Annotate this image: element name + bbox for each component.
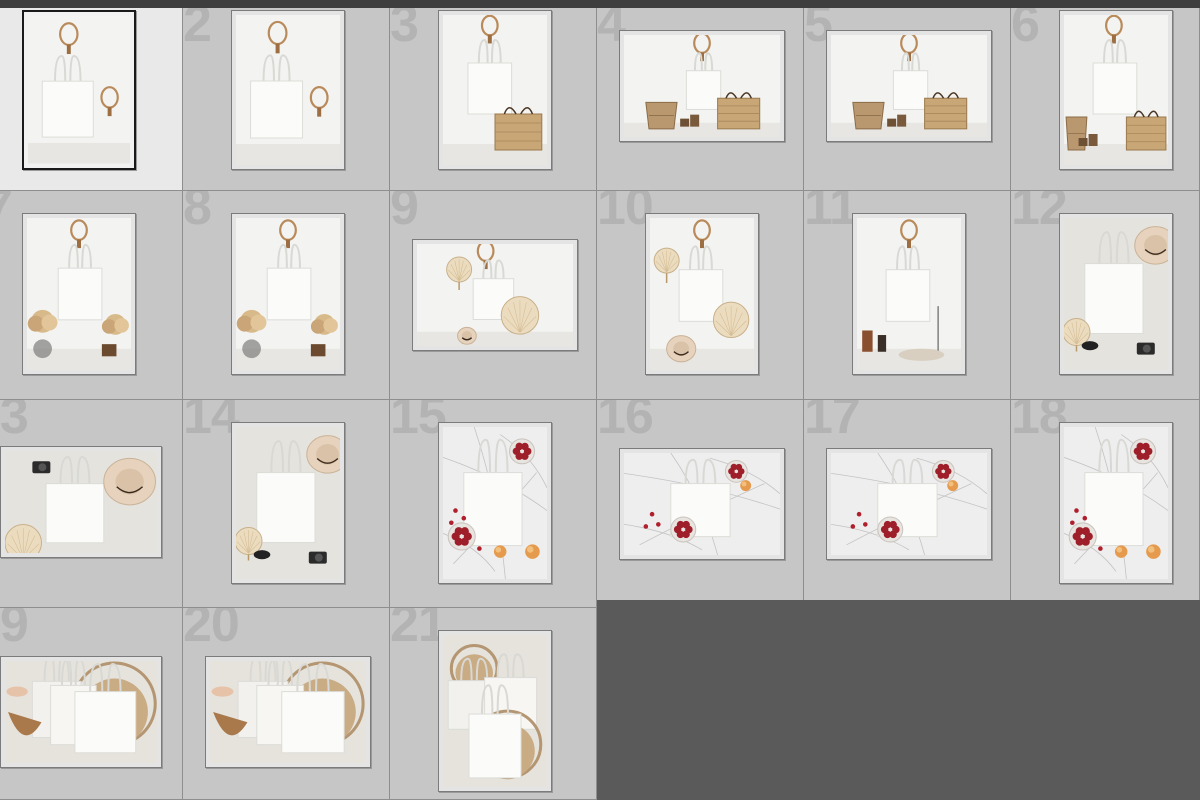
cell-index-number: 7: [0, 191, 13, 233]
thumbnail-image: [1064, 218, 1168, 370]
thumbnail-frame[interactable]: [0, 656, 162, 768]
grid-cell-8[interactable]: 8: [183, 191, 390, 400]
thumbnail-image: [236, 218, 340, 370]
grid-cell-3[interactable]: 3: [390, 8, 597, 191]
thumbnail-image: [28, 16, 130, 164]
cell-index-number: 11: [804, 191, 858, 236]
thumbnail-image: [443, 427, 547, 579]
grid-cell-15[interactable]: 15: [390, 400, 597, 608]
thumbnail-frame[interactable]: [231, 10, 345, 170]
grid-cell-16[interactable]: 16: [597, 400, 804, 608]
cell-index-number: 19: [0, 608, 29, 653]
cell-index-number: 8: [183, 191, 212, 236]
thumbnail-frame[interactable]: [619, 30, 785, 142]
thumbnail-frame[interactable]: [1059, 10, 1173, 170]
cell-index-number: 13: [0, 400, 29, 445]
grid-cell-21[interactable]: 21: [390, 608, 597, 800]
thumbnail-frame[interactable]: [645, 213, 759, 375]
grid-cell-19[interactable]: 19: [0, 608, 183, 800]
empty-grid-area: [597, 600, 1200, 792]
thumbnail-image: [624, 453, 780, 555]
grid-cell-18[interactable]: 18: [1011, 400, 1200, 608]
thumbnail-image: [236, 427, 340, 579]
grid-cell-11[interactable]: 11: [804, 191, 1011, 400]
thumbnail-image: [417, 244, 573, 346]
thumbnail-image: [650, 218, 754, 370]
thumbnail-frame[interactable]: [412, 239, 578, 351]
grid-cell-6[interactable]: 6: [1011, 8, 1200, 191]
cell-index-number: 9: [390, 191, 419, 236]
grid-cell-14[interactable]: 14: [183, 400, 390, 608]
grid-cell-7[interactable]: 7: [0, 191, 183, 400]
thumbnail-image: [857, 218, 961, 370]
cell-index-number: 20: [183, 608, 240, 653]
cell-index-number: 2: [183, 8, 212, 53]
cell-index-number: 16: [597, 400, 654, 445]
thumbnail-image: [1064, 427, 1168, 579]
thumbnail-image: [831, 35, 987, 137]
thumbnail-image: [831, 453, 987, 555]
thumbnail-image: [443, 15, 547, 165]
thumbnail-frame[interactable]: [0, 446, 162, 558]
grid-cell-4[interactable]: 4: [597, 8, 804, 191]
thumbnail-image: [5, 661, 157, 763]
thumbnail-image: [443, 635, 547, 787]
grid-cell-20[interactable]: 20: [183, 608, 390, 800]
grid-cell-12[interactable]: 12: [1011, 191, 1200, 400]
grid-cell-9[interactable]: 9: [390, 191, 597, 400]
thumbnail-frame[interactable]: [205, 656, 371, 768]
thumbnail-image: [5, 451, 157, 553]
thumbnail-frame[interactable]: [826, 448, 992, 560]
thumbnail-image: [27, 218, 131, 370]
cell-index-number: 3: [390, 8, 419, 53]
thumbnail-frame[interactable]: [438, 422, 552, 584]
thumbnail-frame[interactable]: [619, 448, 785, 560]
thumbnail-frame[interactable]: [22, 10, 136, 170]
grid-cell-2[interactable]: 2: [183, 8, 390, 191]
thumbnail-frame[interactable]: [438, 630, 552, 792]
thumbnail-frame[interactable]: [231, 213, 345, 375]
grid-cell-13[interactable]: 13: [0, 400, 183, 608]
thumbnail-frame[interactable]: [1059, 422, 1173, 584]
thumbnail-image: [1064, 15, 1168, 165]
thumbnail-frame[interactable]: [22, 213, 136, 375]
thumbnail-image: [210, 661, 366, 763]
grid-cell-1[interactable]: 1: [0, 8, 183, 191]
grid-cell-10[interactable]: 10: [597, 191, 804, 400]
thumbnail-frame[interactable]: [1059, 213, 1173, 375]
thumbnail-image: [236, 15, 340, 165]
thumbnail-frame[interactable]: [852, 213, 966, 375]
thumbnail-image: [624, 35, 780, 137]
cell-index-number: 6: [1011, 8, 1040, 53]
thumbnail-frame[interactable]: [826, 30, 992, 142]
cell-index-number: 17: [804, 400, 861, 445]
thumbnail-frame[interactable]: [231, 422, 345, 584]
grid-cell-17[interactable]: 17: [804, 400, 1011, 608]
thumbnail-frame[interactable]: [438, 10, 552, 170]
grid-cell-5[interactable]: 5: [804, 8, 1011, 191]
